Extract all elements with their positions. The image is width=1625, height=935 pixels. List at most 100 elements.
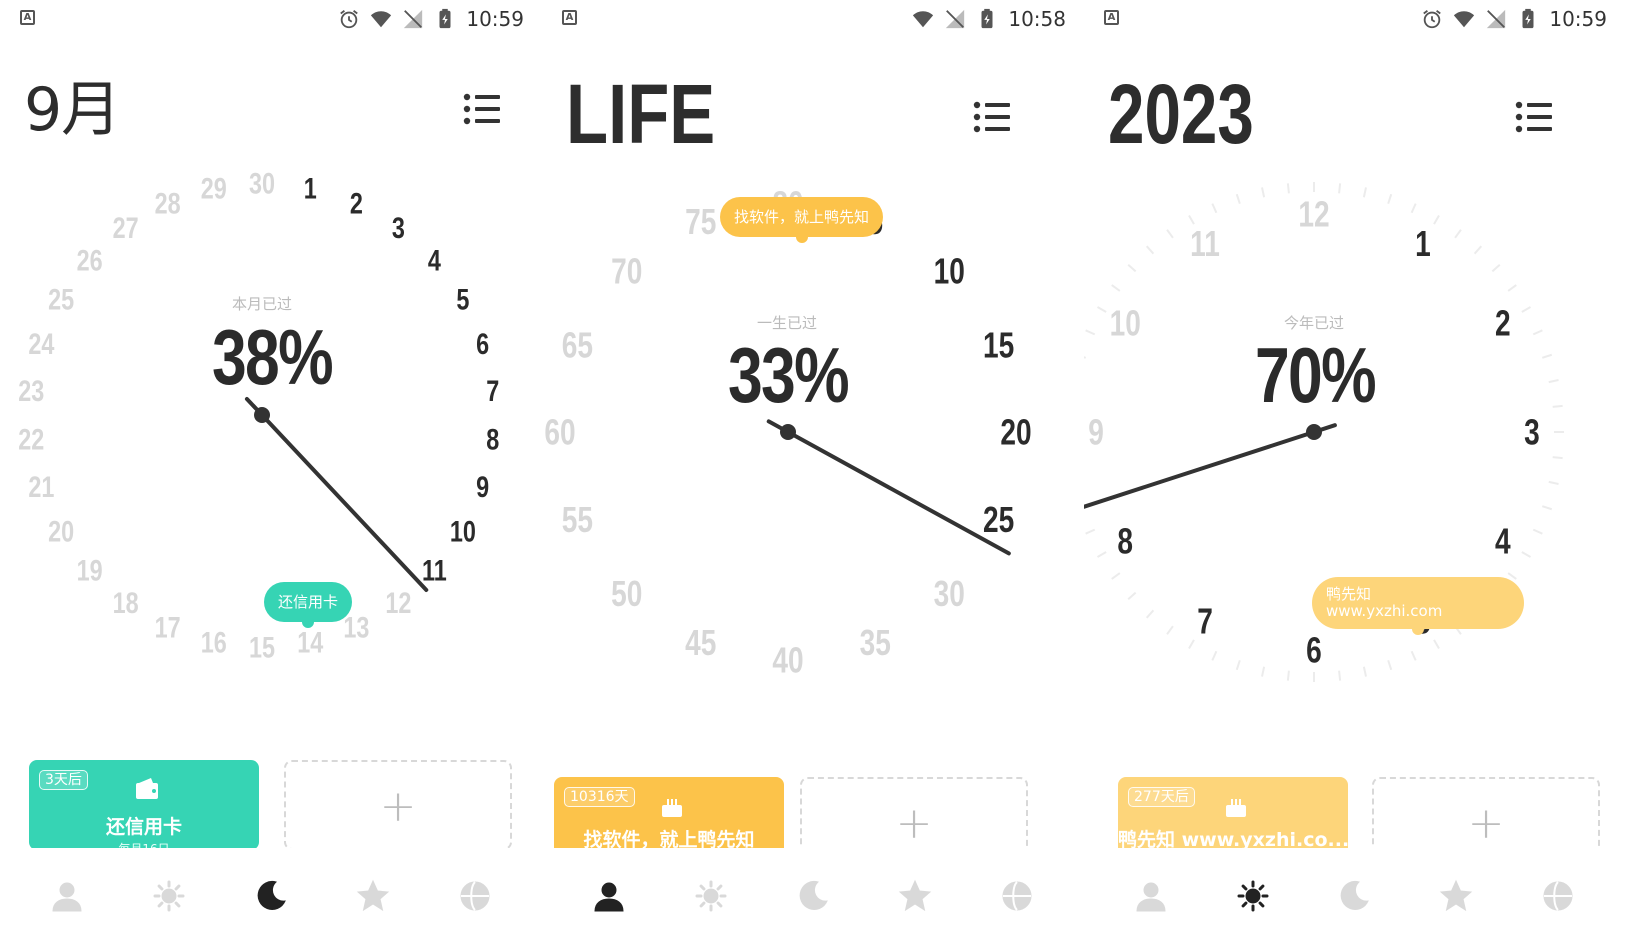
dial-tick: [1532, 528, 1543, 535]
person-icon: [52, 882, 82, 912]
dial-tick: [1286, 183, 1290, 194]
dial-label: 15: [249, 631, 275, 664]
dial-label: 60: [544, 412, 575, 452]
nav-person[interactable]: [589, 876, 629, 916]
dial-label: 9: [476, 470, 489, 503]
moon-icon: [799, 880, 828, 910]
center-label: 本月已过: [231, 295, 292, 313]
dial-label: 25: [983, 500, 1014, 540]
nav-globe[interactable]: [455, 876, 495, 916]
dial-label: 30: [934, 573, 965, 613]
dial-tick: [1491, 263, 1501, 273]
dial-label: 23: [18, 374, 44, 407]
dial-tick: [1111, 572, 1121, 580]
dial-label: 10: [934, 251, 965, 291]
dial-tick: [1473, 245, 1483, 255]
nav-globe[interactable]: [1538, 876, 1578, 916]
event-bubble[interactable]: 找软件，就上鸭先知: [720, 197, 884, 243]
dial-tick: [1387, 659, 1393, 671]
globe-icon: [1002, 881, 1032, 911]
star-icon: [356, 879, 390, 912]
globe-icon: [460, 881, 490, 911]
dial-label: 35: [860, 623, 891, 663]
dial-tick: [1454, 229, 1462, 239]
event-bubble[interactable]: 鸭先知 www.yxzhi.com: [1312, 577, 1524, 635]
bubble-line-1: 鸭先知: [1326, 585, 1372, 603]
bottom-nav: [1084, 876, 1625, 935]
progress-hand: [766, 419, 1011, 556]
card-title: 还信用卡: [105, 816, 182, 838]
dial-label: 20: [48, 515, 74, 548]
dial-label: 6: [1306, 630, 1322, 670]
dial-tick: [1188, 639, 1195, 650]
plus-icon: +: [379, 781, 417, 832]
dial-label: 9: [1088, 412, 1104, 452]
nav-globe[interactable]: [997, 876, 1037, 916]
dial-label: 7: [1197, 601, 1213, 641]
person-icon: [594, 882, 624, 912]
nav-star[interactable]: [353, 876, 393, 916]
dial-tick: [1338, 670, 1342, 681]
dial-label: 19: [77, 554, 103, 587]
dial-tick: [1433, 639, 1440, 650]
add-event-button[interactable]: +: [284, 760, 512, 850]
dial-label: 12: [1298, 194, 1329, 234]
nav-moon[interactable]: [251, 876, 291, 916]
dial-tick: [1084, 356, 1087, 359]
dial-label: 11: [422, 554, 447, 587]
person-icon: [1136, 882, 1166, 912]
nav-star[interactable]: [895, 876, 935, 916]
nav-moon[interactable]: [1334, 876, 1374, 916]
dial-tick: [1541, 505, 1553, 511]
dial-tick: [1145, 245, 1155, 255]
dial-label: 8: [486, 423, 499, 456]
globe-icon: [1543, 881, 1573, 911]
progress-percent: 38%: [211, 313, 334, 401]
nav-moon[interactable]: [793, 876, 833, 916]
event-card[interactable]: 3天后 还信用卡 每月16日: [29, 760, 259, 850]
star-icon: [898, 879, 932, 912]
dial-label: 4: [1495, 521, 1511, 561]
plus-icon: +: [895, 798, 933, 849]
dial-tick: [1410, 650, 1417, 661]
nav-person[interactable]: [47, 876, 87, 916]
dial-tick: [1521, 551, 1532, 558]
nav-sun[interactable]: [1233, 876, 1273, 916]
dial-tick: [1085, 329, 1096, 336]
cake-icon: [662, 799, 682, 817]
dial-label: 55: [562, 500, 593, 540]
nav-sun[interactable]: [691, 876, 731, 916]
moon-icon: [257, 880, 286, 910]
nav-sun[interactable]: [149, 876, 189, 916]
dial-tick: [1211, 203, 1218, 214]
dial-label: 4: [428, 243, 441, 276]
dial-label: 3: [392, 211, 405, 244]
nav-person[interactable]: [1131, 876, 1171, 916]
bottom-nav: [542, 876, 1084, 935]
dial-tick: [1410, 203, 1417, 214]
dial-label: 3: [1524, 412, 1540, 452]
dial-tick: [1127, 263, 1137, 273]
life-panel: A 10:58 LIFE 510152025303540455055606570…: [542, 0, 1084, 935]
bottom-nav: [0, 876, 542, 935]
dial-label: 7: [486, 374, 499, 407]
dial-label: 28: [155, 187, 181, 220]
dial-label: 50: [611, 573, 642, 613]
progress-percent: 33%: [727, 331, 850, 419]
dial-label: 10: [1110, 303, 1141, 343]
progress-hand: [244, 396, 429, 592]
dial-label: 1: [304, 172, 317, 205]
dial-label: 21: [28, 470, 54, 503]
nav-star[interactable]: [1436, 876, 1476, 916]
event-bubble[interactable]: 还信用卡: [264, 582, 353, 628]
dial-label: 15: [983, 325, 1014, 365]
hand-pivot: [1306, 424, 1322, 440]
dial-tick: [1521, 306, 1532, 313]
dial-tick: [1507, 572, 1517, 580]
dial-label: 20: [1000, 412, 1031, 452]
dial-label: 1: [1415, 223, 1431, 263]
dial-label: 16: [201, 626, 227, 659]
dial-label: 22: [18, 423, 44, 456]
dial-tick: [1261, 666, 1266, 677]
star-icon: [1440, 879, 1473, 912]
